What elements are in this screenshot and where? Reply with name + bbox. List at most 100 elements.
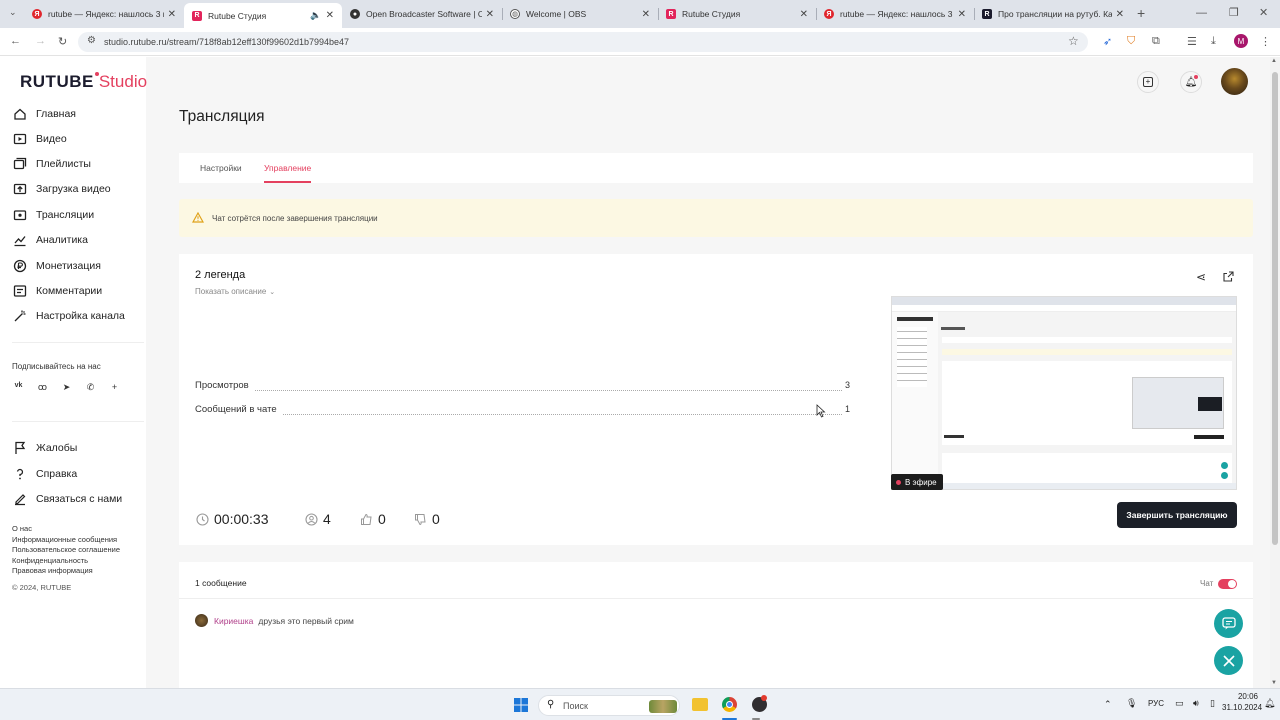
search-highlight-image <box>649 700 677 713</box>
chat-message-count: 1 сообщение <box>195 578 247 588</box>
site-info-icon[interactable]: ⚙ <box>87 35 96 46</box>
stream-card: 2 легенда Показать описание ⌄ Просмотров… <box>179 254 1253 545</box>
external-link-icon[interactable] <box>1223 271 1234 282</box>
browser-tab-2[interactable]: R Rutube Студия 🔈 ✕ <box>184 3 342 28</box>
browser-tab-7[interactable]: R Про трансляции на рутуб. Ка ✕ <box>974 4 1132 24</box>
views-count: 3 <box>845 380 851 390</box>
sidebar-item-contact[interactable]: Связаться с нами <box>12 491 122 507</box>
extensions-icon[interactable]: ⧉ <box>1152 35 1160 48</box>
footer-link-info[interactable]: Информационные сообщения <box>12 535 117 544</box>
footer-link-legal[interactable]: Правовая информация <box>12 566 93 575</box>
obs-taskbar-icon[interactable] <box>752 695 767 712</box>
add-content-button[interactable]: + <box>1137 71 1159 93</box>
browser-tab-1[interactable]: Я rutube — Яндекс: нашлось 3 м ✕ <box>24 4 184 24</box>
os-taskbar: ⚲ Поиск ⌃ 🎙︎ РУС ▭ 🔊︎ ▯ 20:06 31.10.2024… <box>0 688 1280 720</box>
close-tab-icon[interactable]: ✕ <box>642 9 650 20</box>
taskbar-search[interactable]: ⚲ Поиск <box>538 695 680 716</box>
tab-settings[interactable]: Настройки <box>200 163 242 173</box>
close-icon <box>1222 654 1235 667</box>
sidebar-item-comments[interactable]: Комментарии <box>12 283 102 299</box>
tab-search-chevron-icon[interactable]: ⌄ <box>9 7 17 18</box>
sidebar-item-upload[interactable]: Загрузка видео <box>12 181 111 197</box>
close-tab-icon[interactable]: ✕ <box>1116 9 1124 20</box>
forward-icon[interactable]: → <box>35 35 46 47</box>
rutube-studio-logo[interactable]: RUTUBE Studio <box>20 72 147 92</box>
chevron-down-icon: ⌄ <box>269 288 276 296</box>
chrome-icon[interactable] <box>722 697 737 712</box>
playlist-icon <box>12 156 28 172</box>
extension-pin-icon[interactable]: ➶ <box>1103 35 1112 48</box>
end-broadcast-button[interactable]: Завершить трансляцию <box>1117 502 1237 528</box>
brave-shield-icon[interactable]: ⛉ <box>1127 35 1135 48</box>
page-tabs: Настройки Управление <box>179 153 1253 183</box>
bookmark-star-icon[interactable]: ☆ <box>1068 34 1079 48</box>
footer-link-about[interactable]: О нас <box>12 524 32 533</box>
footer-link-privacy[interactable]: Конфиденциальность <box>12 556 88 565</box>
back-icon[interactable]: ← <box>10 35 21 47</box>
sidebar-item-broadcasts[interactable]: Трансляции <box>12 207 94 223</box>
volume-icon[interactable]: 🔊︎ <box>1193 698 1199 709</box>
windows-start-icon[interactable] <box>514 698 528 712</box>
subscribe-label: Подписывайтесь на нас <box>12 362 101 371</box>
reading-list-icon[interactable]: ☰ <box>1187 35 1197 48</box>
plus-icon[interactable]: + <box>108 382 121 393</box>
close-tab-icon[interactable]: ✕ <box>800 9 808 20</box>
sidebar-item-help[interactable]: Справка <box>12 466 77 482</box>
speaker-icon[interactable]: 🔈 <box>310 10 321 21</box>
sidebar-item-complaints[interactable]: Жалобы <box>12 440 77 456</box>
telegram-icon[interactable]: ➤ <box>60 382 73 393</box>
browser-tab-5[interactable]: R Rutube Студия ✕ <box>658 4 816 24</box>
file-explorer-icon[interactable] <box>692 698 708 711</box>
ok-icon[interactable]: ꝏ <box>36 382 49 393</box>
notification-bell-icon[interactable]: 🔔︎ <box>1264 698 1275 709</box>
close-tab-icon[interactable]: ✕ <box>168 9 176 20</box>
clock[interactable]: 20:06 31.10.2024 <box>1222 692 1262 712</box>
close-tab-icon[interactable]: ✕ <box>486 9 494 20</box>
browser-tab-6[interactable]: Я rutube — Яндекс: нашлось 3 м ✕ <box>816 4 974 24</box>
network-icon[interactable]: ▭ <box>1175 698 1184 709</box>
flag-icon <box>12 440 28 456</box>
show-description-link[interactable]: Показать описание ⌄ <box>195 287 275 296</box>
address-bar[interactable]: ⚙ studio.rutube.ru/stream/718f8ab12eff13… <box>78 32 1088 52</box>
scrollbar-thumb[interactable] <box>1272 72 1278 545</box>
sidebar-item-home[interactable]: Главная <box>12 106 76 122</box>
sidebar-item-video[interactable]: Видео <box>12 131 67 147</box>
sidebar-item-monetization[interactable]: Монетизация <box>12 258 101 274</box>
close-window-icon[interactable]: ✕ <box>1259 6 1268 19</box>
tray-chevron-icon[interactable]: ⌃ <box>1104 699 1112 710</box>
tab-management[interactable]: Управление <box>264 163 311 173</box>
close-tab-icon[interactable]: ✕ <box>958 9 966 20</box>
chat-author-name[interactable]: Кириешка <box>214 616 253 626</box>
sidebar-item-analytics[interactable]: Аналитика <box>12 232 88 248</box>
close-tab-icon[interactable]: ✕ <box>326 10 334 21</box>
share-icon[interactable]: ⋖ <box>1196 270 1206 284</box>
broadcast-icon <box>12 207 28 223</box>
minimize-icon[interactable]: — <box>1196 7 1207 19</box>
sidebar-item-channel-settings[interactable]: Настройка канала <box>12 308 125 324</box>
battery-icon[interactable]: ▯ <box>1210 698 1215 709</box>
reload-icon[interactable]: ↻ <box>58 35 67 48</box>
live-dot-icon <box>896 479 901 485</box>
language-indicator[interactable]: РУС <box>1148 699 1164 708</box>
message-icon <box>1221 617 1236 630</box>
vk-icon[interactable]: vk <box>12 382 25 393</box>
restore-window-icon[interactable]: ❐ <box>1229 6 1239 19</box>
stream-preview[interactable] <box>891 296 1237 490</box>
viber-icon[interactable]: ✆ <box>84 382 97 393</box>
microphone-icon[interactable]: 🎙︎ <box>1126 698 1137 709</box>
profile-avatar[interactable]: M <box>1234 34 1248 48</box>
browser-tab-3[interactable]: ● Open Broadcaster Software | O ✕ <box>342 4 502 24</box>
download-icon[interactable]: ⤓ <box>1211 35 1216 48</box>
chat-support-button[interactable] <box>1214 609 1243 638</box>
close-widget-button[interactable] <box>1214 646 1243 675</box>
user-avatar[interactable] <box>1221 68 1248 95</box>
new-tab-icon[interactable]: + <box>1137 5 1145 21</box>
thumbs-up-icon <box>361 513 372 525</box>
analytics-icon <box>12 232 28 248</box>
footer-link-terms[interactable]: Пользовательское соглашение <box>12 545 120 554</box>
browser-menu-icon[interactable]: ⋮ <box>1260 35 1271 48</box>
browser-tab-4[interactable]: ◍ Welcome | OBS ✕ <box>502 4 658 24</box>
chat-toggle[interactable] <box>1218 579 1237 589</box>
sidebar-item-playlists[interactable]: Плейлисты <box>12 156 91 172</box>
notifications-button[interactable]: 🔔︎ <box>1180 71 1202 93</box>
